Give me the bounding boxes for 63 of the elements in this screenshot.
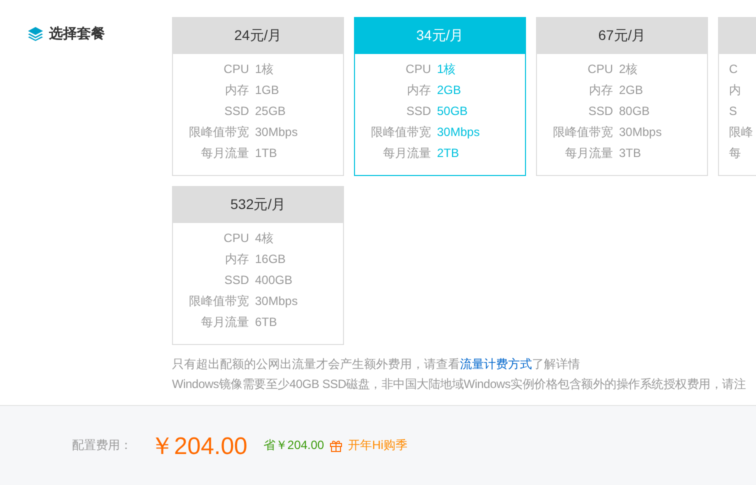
spec-label: 内存 [224,251,249,268]
plan-card[interactable]: 67元/月 CPU 2核 内存 2GB SSD 80GB 限峰值带宽 30Mbps 每月流量 3TB [536,17,708,176]
plan-price: 532元/月 [230,196,286,214]
spec-label: 每月流量 [200,145,249,162]
plan-price: 24元/月 [234,27,282,45]
plan-card[interactable]: 34元/月 CPU 1核 内存 2GB SSD 50GB 限峰值带宽 30Mbps 每月流量 2TB [354,17,526,176]
spec-value: 3TB [619,145,642,162]
spec-value: 6TB [255,314,278,331]
plan-price: 34元/月 [416,27,464,45]
section-title: 选择套餐 [49,25,105,43]
spec-label: 每月流量 [564,145,613,162]
spec-value: 2GB [619,82,644,99]
spec-value: 30Mbps [619,124,662,141]
spec-label: SSD [587,103,613,120]
plan-card[interactable]: 532元/月 CPU 4核 内存 16GB SSD 400GB 限峰值带宽 30Mbps 每月流量 6TB [172,186,344,345]
spec-label: 每月流量 [200,314,249,331]
layers-icon [28,27,43,41]
spec-value: 80GB [619,103,650,120]
plan-card[interactable]: 24元/月 CPU 1核 内存 1GB SSD 25GB 限峰值带宽 30Mbps 每月流量 1TB [172,17,344,176]
spec-label: 限峰 [728,124,753,141]
spec-value: 2核 [619,61,638,78]
spec-label: 限峰值带宽 [188,124,249,141]
spec-label: 每月流量 [382,145,431,162]
spec-label: 限峰值带宽 [552,124,613,141]
spec-label: CPU [404,61,431,78]
plan-card[interactable]: C 内 S 限峰 每 [718,17,756,176]
spec-value: 16GB [255,251,286,268]
spec-value: 400GB [255,272,292,289]
spec-label: CPU [222,61,249,78]
gift-icon [330,439,342,452]
spec-label: C [728,61,738,78]
traffic-note: 只有超出配额的公网出流量才会产生额外费用，请查看流量计费方式了解详情 [172,356,581,373]
spec-value: 30Mbps [437,124,480,141]
saving-text: 省￥204.00 [263,437,324,454]
spec-label: SSD [405,103,431,120]
spec-label: 内存 [224,82,249,99]
spec-label: CPU [222,230,249,247]
spec-value: 2TB [437,145,460,162]
spec-value: 4核 [255,230,274,247]
spec-value: 25GB [255,103,286,120]
windows-note: Windows镜像需要至少40GB SSD磁盘，非中国大陆地域Windows实例价格包含额外的操作系统授权费用，请注 [172,376,747,393]
plan-price: 67元/月 [598,27,646,45]
spec-label: 每 [728,145,741,162]
spec-label: 内 [728,82,741,99]
cost-label: 配置费用： [72,437,132,454]
spec-value: 50GB [437,103,468,120]
spec-value: 1TB [255,145,278,162]
spec-label: CPU [586,61,613,78]
spec-label: 限峰值带宽 [370,124,431,141]
spec-value: 2GB [437,82,462,99]
spec-value: 1核 [437,61,456,78]
spec-label: 内存 [588,82,613,99]
spec-value: 30Mbps [255,124,298,141]
spec-label: S [728,103,738,120]
spec-label: SSD [223,272,249,289]
total-price: ￥204.00 [150,432,248,462]
spec-value: 1核 [255,61,274,78]
spec-value: 1GB [255,82,280,99]
spec-label: 限峰值带宽 [188,293,249,310]
billing-link[interactable]: 流量计费方式 [460,357,532,371]
spec-label: 内存 [406,82,431,99]
spec-label: SSD [223,103,249,120]
spec-value: 30Mbps [255,293,298,310]
